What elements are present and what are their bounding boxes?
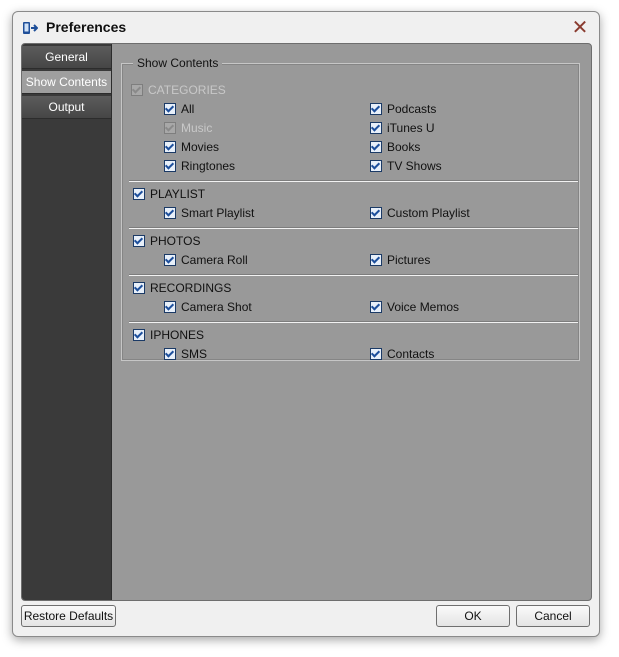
- checkbox-label: SMS: [181, 347, 208, 361]
- app-icon: [23, 22, 38, 34]
- checkbox-label: TV Shows: [387, 159, 442, 173]
- podcasts-checkbox[interactable]: Podcasts: [370, 101, 436, 117]
- checkbox-label: Camera Roll: [181, 253, 248, 267]
- pictures-checkbox[interactable]: Pictures: [370, 252, 430, 268]
- checkbox-label: iTunes U: [387, 121, 435, 135]
- checkbox-icon: [370, 348, 382, 360]
- checkbox-icon: [133, 188, 145, 200]
- group-legend: Show Contents: [133, 56, 223, 70]
- divider: [129, 181, 578, 182]
- checkbox-label: Smart Playlist: [181, 206, 255, 220]
- checkbox-icon: [164, 103, 176, 115]
- checkbox-icon: [370, 103, 382, 115]
- divider: [129, 275, 578, 276]
- checkbox-icon: [133, 329, 145, 341]
- checkbox-icon: [164, 160, 176, 172]
- camera-roll-checkbox[interactable]: Camera Roll: [164, 252, 248, 268]
- close-icon[interactable]: ✕: [569, 16, 591, 38]
- checkbox-label: All: [181, 102, 195, 116]
- sidebar-item-output[interactable]: Output: [22, 96, 111, 119]
- movies-checkbox[interactable]: Movies: [164, 139, 219, 155]
- preferences-window: Preferences ✕ General Show Contents Outp…: [12, 11, 600, 637]
- content-area: Show Contents CATEGORIES All Music Movie…: [111, 44, 591, 600]
- cancel-button[interactable]: Cancel: [516, 605, 590, 627]
- checkbox-icon: [370, 122, 382, 134]
- checkbox-label: Pictures: [387, 253, 431, 267]
- checkbox-label: IPHONES: [150, 328, 205, 342]
- checkbox-icon: [164, 348, 176, 360]
- checkbox-icon: [164, 254, 176, 266]
- checkbox-icon: [133, 235, 145, 247]
- checkbox-label: Custom Playlist: [387, 206, 470, 220]
- camera-shot-checkbox[interactable]: Camera Shot: [164, 299, 252, 315]
- checkbox-label: Ringtones: [181, 159, 236, 173]
- window-title: Preferences: [46, 19, 127, 35]
- checkbox-label: CATEGORIES: [148, 83, 226, 97]
- contacts-checkbox[interactable]: Contacts: [370, 346, 434, 362]
- voice-memos-checkbox[interactable]: Voice Memos: [370, 299, 459, 315]
- itunes-u-checkbox[interactable]: iTunes U: [370, 120, 435, 136]
- tv-shows-checkbox[interactable]: TV Shows: [370, 158, 442, 174]
- checkbox-icon: [370, 207, 382, 219]
- checkbox-icon: [164, 207, 176, 219]
- checkbox-label: Contacts: [387, 347, 435, 361]
- checkbox-icon: [164, 141, 176, 153]
- checkbox-label: PLAYLIST: [150, 187, 206, 201]
- checkbox-icon: [164, 301, 176, 313]
- photos-checkbox[interactable]: PHOTOS: [133, 233, 200, 249]
- title-bar: Preferences ✕: [13, 12, 599, 42]
- ringtones-checkbox[interactable]: Ringtones: [164, 158, 235, 174]
- checkbox-icon: [370, 141, 382, 153]
- checkbox-label: Camera Shot: [181, 300, 252, 314]
- custom-playlist-checkbox[interactable]: Custom Playlist: [370, 205, 470, 221]
- music-checkbox[interactable]: Music: [164, 120, 212, 136]
- sms-checkbox[interactable]: SMS: [164, 346, 207, 362]
- sidebar-item-show-contents[interactable]: Show Contents: [22, 71, 111, 94]
- divider: [129, 228, 578, 229]
- checkbox-icon: [370, 301, 382, 313]
- books-checkbox[interactable]: Books: [370, 139, 420, 155]
- main-panel: General Show Contents Output Show Conten…: [21, 43, 592, 601]
- sidebar-item-general[interactable]: General: [22, 46, 111, 69]
- checkbox-icon: [370, 160, 382, 172]
- checkbox-label: Books: [387, 140, 421, 154]
- checkbox-icon: [131, 84, 143, 96]
- all-checkbox[interactable]: All: [164, 101, 194, 117]
- checkbox-label: Podcasts: [387, 102, 437, 116]
- checkbox-icon: [164, 122, 176, 134]
- restore-defaults-button[interactable]: Restore Defaults: [21, 605, 116, 627]
- checkbox-label: PHOTOS: [150, 234, 201, 248]
- checkbox-icon: [133, 282, 145, 294]
- checkbox-label: RECORDINGS: [150, 281, 232, 295]
- checkbox-icon: [370, 254, 382, 266]
- sidebar: General Show Contents Output: [22, 44, 112, 600]
- divider: [129, 322, 578, 323]
- ok-button[interactable]: OK: [436, 605, 510, 627]
- iphones-checkbox[interactable]: IPHONES: [133, 327, 204, 343]
- checkbox-label: Movies: [181, 140, 220, 154]
- checkbox-label: Voice Memos: [387, 300, 460, 314]
- checkbox-label: Music: [181, 121, 213, 135]
- playlist-checkbox[interactable]: PLAYLIST: [133, 186, 205, 202]
- smart-playlist-checkbox[interactable]: Smart Playlist: [164, 205, 254, 221]
- categories-checkbox[interactable]: CATEGORIES: [131, 82, 226, 98]
- recordings-checkbox[interactable]: RECORDINGS: [133, 280, 231, 296]
